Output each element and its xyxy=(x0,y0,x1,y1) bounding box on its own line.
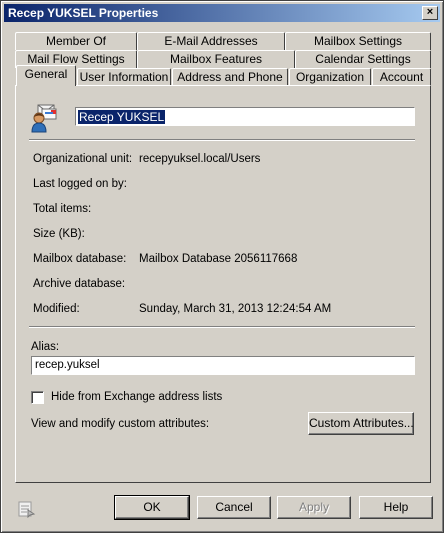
display-name-field[interactable]: Recep YUKSEL xyxy=(75,107,415,126)
size-label: Size (KB): xyxy=(33,228,85,240)
window-title: Recep YUKSEL Properties xyxy=(8,6,159,20)
separator-bottom xyxy=(29,326,415,328)
alias-input[interactable]: recep.yuksel xyxy=(31,356,415,375)
close-button[interactable]: × xyxy=(422,6,438,20)
cancel-button[interactable]: Cancel xyxy=(197,496,271,519)
properties-dialog: Recep YUKSEL Properties × Member Of E-Ma… xyxy=(0,0,444,533)
org-unit-label: Organizational unit: xyxy=(33,153,133,165)
alias-label: Alias: xyxy=(31,341,60,353)
modified-label: Modified: xyxy=(33,303,80,315)
hide-from-address-lists-checkbox[interactable] xyxy=(31,391,44,404)
tab-user-information[interactable]: User Information xyxy=(77,68,171,86)
separator-top xyxy=(29,139,415,141)
modified-value: Sunday, March 31, 2013 12:24:54 AM xyxy=(139,303,332,315)
tab-calendar-settings[interactable]: Calendar Settings xyxy=(295,50,431,68)
custom-attributes-label: View and modify custom attributes: xyxy=(31,418,210,430)
display-name-text: Recep YUKSEL xyxy=(76,109,167,125)
ok-button[interactable]: OK xyxy=(114,495,190,520)
tab-general[interactable]: General xyxy=(16,65,76,86)
tab-mailbox-settings[interactable]: Mailbox Settings xyxy=(285,32,431,50)
archive-database-label: Archive database: xyxy=(33,278,126,290)
tab-member-of[interactable]: Member Of xyxy=(15,32,137,50)
close-icon: × xyxy=(426,6,434,18)
total-items-label: Total items: xyxy=(33,203,92,215)
last-logged-label: Last logged on by: xyxy=(33,178,127,190)
mailbox-user-icon xyxy=(31,104,57,133)
org-unit-value: recepyuksel.local/Users xyxy=(139,153,261,165)
title-bar[interactable]: Recep YUKSEL Properties × xyxy=(4,4,440,22)
command-log-icon[interactable] xyxy=(18,500,36,518)
help-button[interactable]: Help xyxy=(359,496,433,519)
tab-mailbox-features[interactable]: Mailbox Features xyxy=(137,50,295,68)
custom-attributes-button[interactable]: Custom Attributes... xyxy=(308,412,414,435)
mailbox-database-label: Mailbox database: xyxy=(33,253,127,265)
mailbox-database-value: Mailbox Database 2056117668 xyxy=(139,253,298,265)
apply-button[interactable]: Apply xyxy=(277,496,351,519)
tab-account[interactable]: Account xyxy=(372,68,431,86)
tab-email-addresses[interactable]: E-Mail Addresses xyxy=(137,32,285,50)
tab-organization[interactable]: Organization xyxy=(289,68,371,86)
tab-address-and-phone[interactable]: Address and Phone xyxy=(172,68,288,86)
hide-from-address-lists-label[interactable]: Hide from Exchange address lists xyxy=(51,391,222,403)
